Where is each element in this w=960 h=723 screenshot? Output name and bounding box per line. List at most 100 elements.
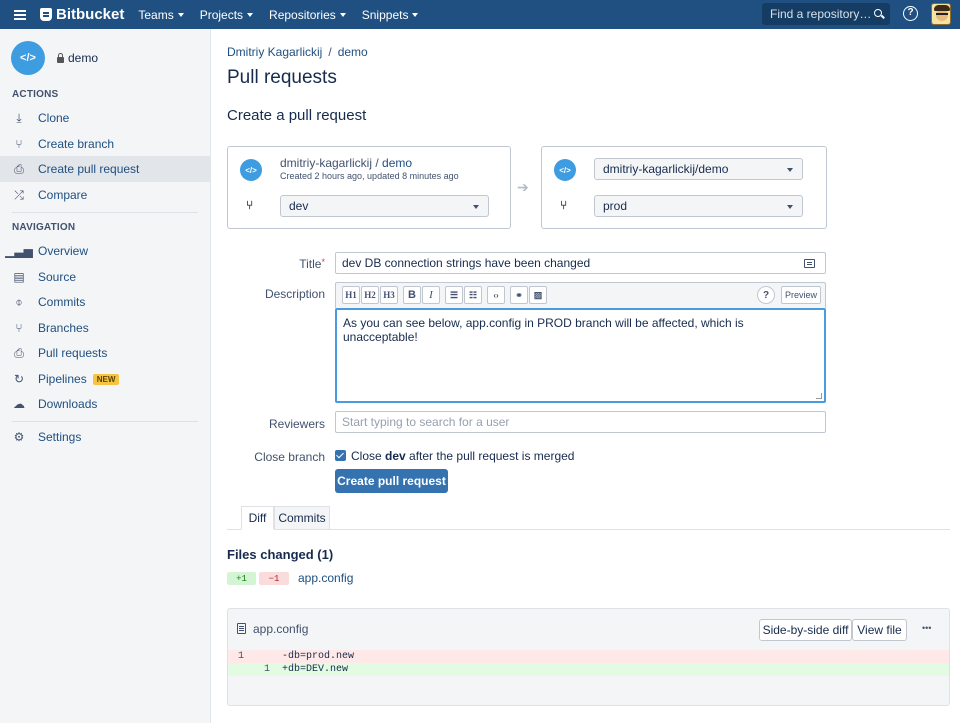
new-line-number: 1: [264, 664, 271, 675]
clone-icon: ⤓: [16, 110, 22, 125]
bold-button[interactable]: B: [403, 286, 421, 304]
tab-commits[interactable]: Commits: [274, 506, 330, 530]
heading1-button[interactable]: H1: [342, 286, 360, 304]
destination-repo-avatar: </>: [554, 159, 576, 181]
top-nav: Bitbucket Teams Projects Repositories Sn…: [0, 0, 960, 29]
navigation-title: NAVIGATION: [12, 222, 76, 233]
destination-branch-panel: </> dmitriy-kagarlickij/demo ⑂ prod: [541, 146, 827, 229]
breadcrumb: Dmitriy Kagarlickij / demo: [227, 45, 368, 59]
destination-branch-value: prod: [603, 199, 628, 213]
nav-menu: Teams Projects Repositories Snippets: [138, 7, 419, 22]
repo-name[interactable]: demo: [57, 51, 98, 65]
destination-branch-select[interactable]: prod: [594, 195, 803, 217]
nav-teams[interactable]: Teams: [138, 7, 184, 22]
user-avatar[interactable]: [931, 3, 951, 25]
bitbucket-logo[interactable]: Bitbucket: [40, 6, 124, 23]
sidebar-item-compare[interactable]: ⤮ Compare: [0, 182, 210, 208]
more-options-icon[interactable]: •••: [922, 623, 931, 633]
numbered-list-icon[interactable]: ☷: [464, 286, 482, 304]
actions-title: ACTIONS: [12, 89, 59, 100]
branches-icon: ⑂: [15, 321, 23, 335]
sidebar-item-clone[interactable]: ⤓ Clone: [0, 105, 210, 131]
help-icon[interactable]: ?: [903, 6, 918, 21]
reviewers-placeholder: Start typing to search for a user: [342, 415, 510, 429]
editor-toolbar: H1 H2 H3 B I ☰ ☷ ‹› ⚭ ▨ ? Preview: [335, 282, 826, 308]
close-branch-pre: Close: [351, 449, 386, 463]
side-by-side-diff-button[interactable]: Side-by-side diff: [759, 619, 852, 641]
help-icon[interactable]: ?: [757, 286, 775, 304]
breadcrumb-separator: /: [328, 45, 332, 59]
sidebar-item-label: Downloads: [38, 397, 98, 411]
code-icon[interactable]: ‹›: [487, 286, 505, 304]
resize-handle[interactable]: [816, 393, 822, 399]
nav-snippets-label: Snippets: [361, 7, 409, 22]
sidebar-item-source[interactable]: ▤ Source: [0, 264, 210, 290]
sidebar-item-settings[interactable]: ⚙ Settings: [0, 424, 210, 450]
search-icon[interactable]: [874, 9, 882, 17]
overview-icon: ▁▃▅: [5, 244, 33, 258]
menu-icon[interactable]: [0, 0, 40, 29]
sidebar-item-label: Pipelines: [38, 372, 87, 386]
sidebar-item-pipelines[interactable]: ↻ Pipelines NEW: [0, 366, 210, 392]
source-branch-value: dev: [289, 199, 309, 213]
sidebar-item-label: Commits: [38, 295, 86, 309]
heading3-button[interactable]: H3: [380, 286, 398, 304]
pipelines-icon: ↻: [13, 372, 25, 386]
heading2-button[interactable]: H2: [361, 286, 379, 304]
sidebar-item-downloads[interactable]: ☁ Downloads: [0, 391, 210, 417]
sidebar-item-label: Compare: [38, 188, 88, 202]
breadcrumb-repo-link[interactable]: demo: [338, 45, 368, 59]
sidebar-item-commits[interactable]: ⌽ Commits: [0, 289, 210, 315]
sidebar-item-pull-requests[interactable]: ⎙ Pull requests: [0, 340, 210, 366]
page-title: Pull requests: [227, 67, 337, 88]
file-icon: [237, 623, 246, 634]
sidebar: </> demo ACTIONS ⤓ Clone ⑂ Create branch…: [0, 29, 211, 723]
view-file-button[interactable]: View file: [852, 619, 907, 641]
title-input[interactable]: dev DB connection strings have been chan…: [335, 252, 826, 274]
nav-snippets[interactable]: Snippets: [362, 8, 419, 22]
italic-button[interactable]: I: [422, 286, 440, 304]
description-textarea[interactable]: As you can see below, app.config in PROD…: [335, 308, 826, 403]
nav-repositories[interactable]: Repositories: [269, 8, 346, 22]
destination-repo-select[interactable]: dmitriy-kagarlickij/demo: [594, 158, 803, 180]
chevron-down-icon: [339, 13, 346, 17]
section-title: Create a pull request: [227, 107, 367, 124]
sidebar-item-branches[interactable]: ⑂ Branches: [0, 315, 210, 341]
repo-avatar[interactable]: </>: [11, 41, 45, 75]
diff-line-text: -db=prod.new: [282, 651, 355, 662]
sidebar-item-create-pull-request[interactable]: ⎙ Create pull request: [0, 156, 210, 182]
sidebar-divider: [12, 212, 198, 213]
bullet-list-icon[interactable]: ☰: [445, 286, 463, 304]
template-icon[interactable]: [804, 259, 815, 268]
changed-file-link[interactable]: app.config: [298, 571, 353, 585]
source-repo-meta: Created 2 hours ago, updated 8 minutes a…: [280, 171, 459, 181]
lines-added-badge: +1: [227, 572, 256, 585]
reviewers-input[interactable]: Start typing to search for a user: [335, 411, 826, 433]
source-repo-link[interactable]: demo: [382, 156, 412, 170]
create-pull-request-button[interactable]: Create pull request: [335, 469, 448, 493]
lines-removed-badge: −1: [259, 572, 289, 585]
source-branch-panel: </> dmitriy-kagarlickij / demo Created 2…: [227, 146, 511, 229]
nav-teams-label: Teams: [138, 7, 174, 22]
link-icon[interactable]: ⚭: [510, 286, 528, 304]
close-branch-text: Close dev after the pull request is merg…: [351, 449, 574, 463]
source-repo-avatar: </>: [240, 159, 262, 181]
sidebar-item-overview[interactable]: ▁▃▅ Overview: [0, 238, 210, 264]
repo-header[interactable]: </> demo: [11, 41, 98, 75]
breadcrumb-owner-link[interactable]: Dmitriy Kagarlickij: [227, 45, 322, 59]
pull-requests-icon: ⎙: [14, 345, 24, 360]
diff-line-text: +db=DEV.new: [282, 664, 349, 675]
lock-icon: [57, 52, 64, 63]
tab-diff[interactable]: Diff: [241, 506, 274, 530]
sidebar-item-create-branch[interactable]: ⑂ Create branch: [0, 131, 210, 157]
image-icon[interactable]: ▨: [529, 286, 547, 304]
source-branch-select[interactable]: dev: [280, 195, 489, 217]
repo-search-input[interactable]: Find a repository…: [762, 3, 890, 25]
brand-name: Bitbucket: [56, 6, 125, 23]
diff-line-added: 1 +db=DEV.new: [228, 663, 949, 676]
close-branch-checkbox[interactable]: [335, 450, 346, 461]
preview-button[interactable]: Preview: [781, 286, 821, 304]
sidebar-item-label: Create branch: [38, 137, 115, 151]
nav-projects[interactable]: Projects: [200, 8, 254, 22]
reviewers-label: Reviewers: [268, 417, 325, 431]
